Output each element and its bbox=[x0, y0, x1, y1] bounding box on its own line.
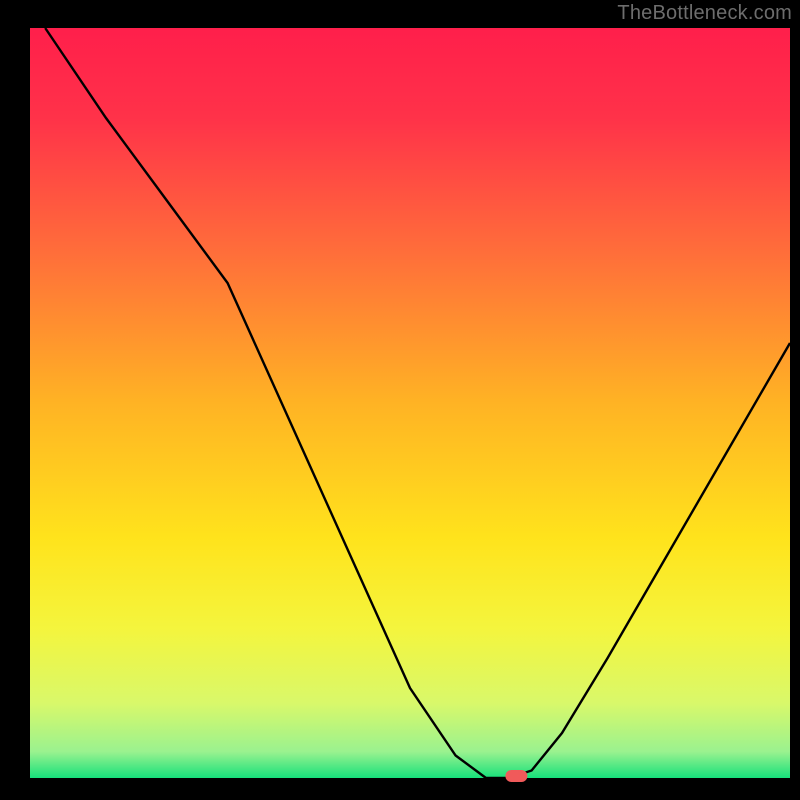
plot-background bbox=[30, 28, 790, 778]
bottleneck-chart bbox=[0, 0, 800, 800]
watermark-text: TheBottleneck.com bbox=[617, 2, 792, 25]
chart-container: TheBottleneck.com bbox=[0, 0, 800, 800]
optimal-marker bbox=[505, 770, 527, 782]
